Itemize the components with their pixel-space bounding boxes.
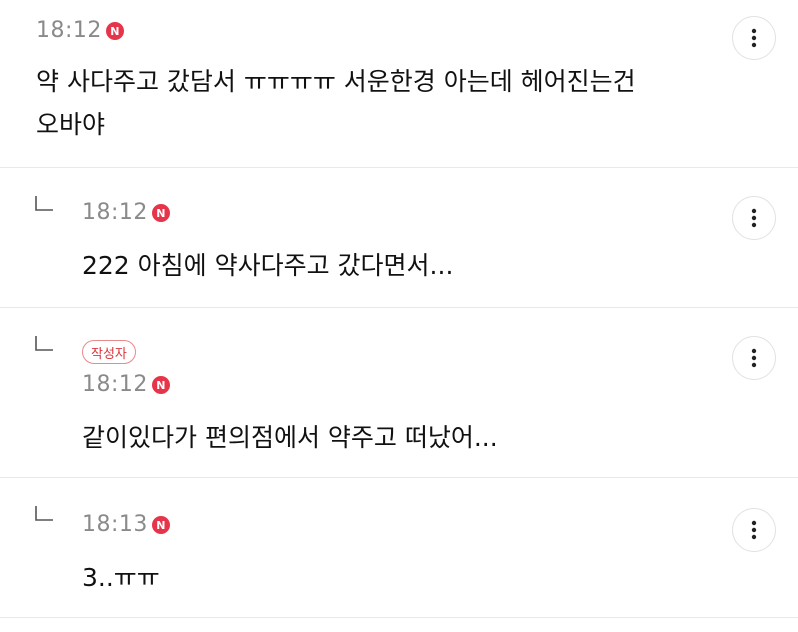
more-options-button[interactable] <box>732 508 776 552</box>
comment-meta: 18:13 N <box>82 514 170 536</box>
comment-meta: 18:12 N <box>82 374 170 396</box>
comment-item: 18:12 N 약 사다주고 갔담서 ㅠㅠㅠㅠ 서운한경 아는데 헤어진는건 오… <box>0 0 798 168</box>
reply-item: 작성자 18:12 N 같이있다가 편의점에서 약주고 떠났어... <box>0 308 798 478</box>
reply-arrow-icon <box>35 196 53 211</box>
author-badge: 작성자 <box>82 340 136 364</box>
comment-time: 18:13 <box>82 512 148 537</box>
comment-text: 3..ㅠㅠ <box>82 563 160 592</box>
more-vertical-icon <box>751 208 757 228</box>
reply-item: 18:13 N 3..ㅠㅠ <box>0 478 798 618</box>
reply-item: 18:12 N 222 아침에 약사다주고 갔다면서... <box>0 168 798 308</box>
reply-arrow-icon <box>35 506 53 521</box>
new-badge-icon: N <box>151 204 170 222</box>
comment-meta: 18:12 N <box>82 202 170 224</box>
comment-text: 222 아침에 약사다주고 갔다면서... <box>82 251 454 280</box>
comment-text: 같이있다가 편의점에서 약주고 떠났어... <box>82 423 498 452</box>
more-vertical-icon <box>751 28 757 48</box>
comment-meta: 18:12 N <box>36 20 124 42</box>
comment-time: 18:12 <box>82 372 148 397</box>
comment-time: 18:12 <box>36 18 102 43</box>
more-options-button[interactable] <box>732 336 776 380</box>
more-vertical-icon <box>751 520 757 540</box>
more-options-button[interactable] <box>732 16 776 60</box>
reply-arrow-icon <box>35 336 53 351</box>
comment-text: 약 사다주고 갔담서 ㅠㅠㅠㅠ 서운한경 아는데 헤어진는건 오바야 <box>36 67 636 139</box>
new-badge-icon: N <box>105 22 124 40</box>
new-badge-icon: N <box>151 376 170 394</box>
more-vertical-icon <box>751 348 757 368</box>
new-badge-icon: N <box>151 516 170 534</box>
comment-time: 18:12 <box>82 200 148 225</box>
more-options-button[interactable] <box>732 196 776 240</box>
